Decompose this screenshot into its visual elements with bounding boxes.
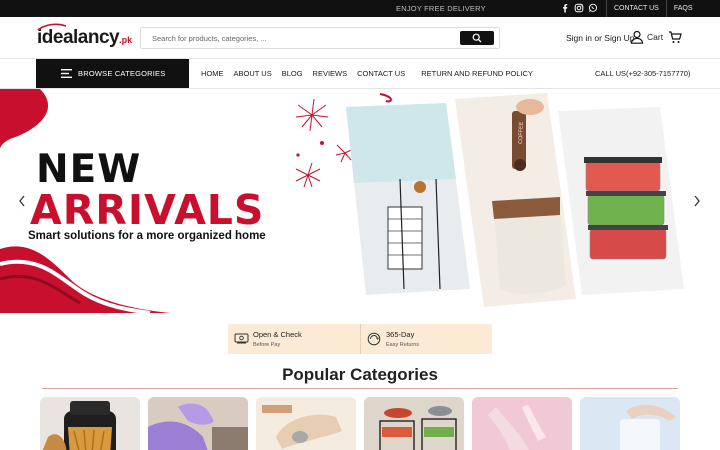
mug-label-text: COFFEE [518, 121, 525, 144]
site-logo[interactable]: idealancy.pk [37, 23, 133, 49]
top-faqs-link[interactable]: FAQS [665, 0, 700, 17]
main-nav: BROWSE CATEGORIES HOME ABOUT US BLOG REV… [0, 58, 720, 89]
search-button[interactable] [460, 31, 494, 45]
search-icon [472, 33, 482, 43]
site-header: idealancy.pk Sign in or Sign Up Cart [0, 17, 720, 58]
category-card-sealer[interactable] [256, 397, 356, 450]
category-card-air-fryer[interactable] [40, 397, 140, 450]
browse-categories-button[interactable]: BROWSE CATEGORIES [36, 59, 214, 88]
nav-links: HOME ABOUT US BLOG REVIEWS CONTACT US RE… [201, 59, 543, 88]
skincare-image [472, 397, 572, 450]
hero-banner[interactable]: COFFEE NEW ARRIVALS Smart solutions for … [0, 89, 720, 313]
category-card-kitchen-rack[interactable] [364, 397, 464, 450]
search-bar [140, 27, 500, 49]
sign-in-link[interactable]: Sign in or Sign Up [566, 33, 635, 43]
hero-product-cup [455, 93, 576, 307]
return-badge-icon [367, 332, 381, 346]
category-card-dispenser[interactable] [580, 397, 680, 450]
top-bar: ENJOY FREE DELIVERY CONTACT US FAQS [0, 0, 720, 17]
hero-tagline: Smart solutions for a more organized hom… [28, 230, 266, 242]
carousel-next-icon[interactable] [693, 195, 701, 207]
hero-product-shelf [346, 103, 470, 295]
air-fryer-image [42, 401, 116, 450]
sealer-image [256, 397, 356, 450]
category-card-skincare[interactable] [472, 397, 572, 450]
cleaning-gloves-image [148, 397, 248, 450]
cart-link[interactable]: Cart [647, 32, 663, 42]
top-contact-link[interactable]: CONTACT US [606, 0, 666, 17]
logo-swoosh-icon [37, 23, 67, 31]
category-card-cleaning-gloves[interactable] [148, 397, 248, 450]
category-grid [40, 397, 680, 450]
feature-strip: Open & Check Before Pay 365-Day Easy Ret… [228, 324, 492, 354]
instagram-icon[interactable] [574, 3, 584, 13]
feature-open-check-title: Open & Check [253, 330, 302, 339]
nav-home[interactable]: HOME [201, 69, 224, 78]
feature-open-check-subtitle: Before Pay [253, 342, 281, 348]
feature-returns-title: 365-Day [386, 330, 415, 339]
browse-categories-label: BROWSE CATEGORIES [78, 69, 166, 78]
logo-tld-text: .pk [119, 35, 133, 45]
search-input[interactable] [141, 28, 459, 48]
feature-open-check: Open & Check Before Pay [228, 324, 360, 354]
whatsapp-icon[interactable] [588, 3, 598, 13]
section-divider [42, 388, 678, 389]
phone-number[interactable]: CALL US(+92-305-7157770) [595, 69, 690, 78]
nav-contact-us[interactable]: CONTACT US [357, 69, 405, 78]
carousel-prev-icon[interactable] [18, 195, 26, 207]
feature-returns-subtitle: Easy Returns [386, 342, 420, 348]
hero-product-containers [558, 107, 684, 295]
cart-icon[interactable] [668, 30, 682, 44]
section-title: Popular Categories [282, 365, 438, 384]
cash-icon [234, 333, 249, 344]
top-links: CONTACT US FAQS [606, 0, 700, 17]
user-icon[interactable] [630, 30, 644, 44]
nav-reviews[interactable]: REVIEWS [313, 69, 348, 78]
kitchen-rack-image [364, 397, 464, 450]
feature-returns: 365-Day Easy Returns [360, 324, 492, 354]
facebook-icon[interactable] [560, 3, 570, 13]
promo-text: ENJOY FREE DELIVERY [396, 4, 486, 13]
hero-heading-line2: ARRIVALS [30, 186, 265, 234]
nav-return-policy[interactable]: RETURN AND REFUND POLICY [421, 69, 533, 78]
social-links [560, 3, 598, 13]
nav-blog[interactable]: BLOG [282, 69, 303, 78]
nav-about-us[interactable]: ABOUT US [234, 69, 272, 78]
hamburger-icon [61, 69, 72, 78]
dispenser-image [580, 397, 680, 450]
